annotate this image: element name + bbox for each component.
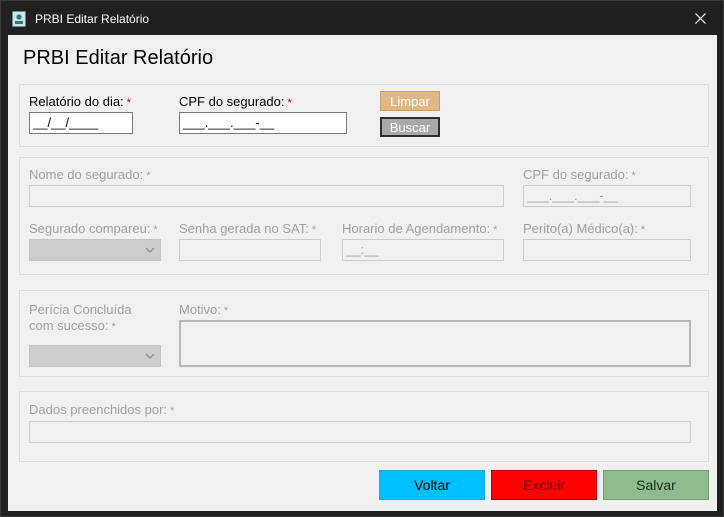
insured-cpf-input[interactable]: ___.___.___-__: [523, 185, 691, 207]
insured-name-input[interactable]: [29, 185, 504, 207]
sat-password-input[interactable]: [179, 239, 321, 261]
reason-textarea[interactable]: [179, 320, 691, 367]
search-panel: Relatório do dia: * __/__/____ CPF do seg…: [19, 84, 709, 147]
filled-by-label-text: Dados preenchidos por:: [29, 402, 168, 417]
search-cpf-label: CPF do segurado: *: [179, 94, 292, 109]
required-mark: *: [153, 224, 158, 236]
completed-label-line2-text: com sucesso:: [29, 318, 109, 333]
search-cpf-label-text: CPF do segurado:: [179, 94, 285, 109]
app-window: PRBI Editar Relatório PRBI Editar Relató…: [0, 0, 724, 517]
delete-button[interactable]: Excluir: [491, 470, 597, 500]
search-cpf-input[interactable]: ___.___.___-__: [179, 112, 347, 134]
details-panel: Nome do segurado: * CPF do segurado: * ___…: [19, 157, 709, 275]
required-mark: *: [311, 224, 317, 236]
doctor-label: Perito(a) Médico(a): *: [523, 221, 645, 236]
page-title: PRBI Editar Relatório: [23, 47, 214, 69]
reason-label: Motivo: *: [179, 302, 228, 317]
required-mark: *: [631, 170, 636, 182]
required-mark: *: [493, 224, 498, 236]
title-bar: PRBI Editar Relatório: [1, 1, 723, 35]
insured-name-label-text: Nome do segurado:: [29, 167, 144, 182]
attended-label: Segurado compareu: *: [29, 221, 158, 236]
required-mark: *: [111, 321, 116, 333]
close-icon: [694, 12, 706, 24]
search-button[interactable]: Buscar: [380, 117, 440, 137]
insured-cpf-label: CPF do segurado: *: [523, 167, 636, 182]
save-button[interactable]: Salvar: [603, 470, 709, 500]
filled-by-label: Dados preenchidos por: *: [29, 402, 174, 417]
chevron-down-icon: [145, 353, 155, 359]
completed-select[interactable]: [29, 345, 161, 367]
doctor-input[interactable]: [523, 239, 691, 261]
completed-label-line1: Perícia Concluída: [29, 302, 132, 317]
chevron-down-icon: [145, 247, 155, 253]
insured-cpf-label-text: CPF do segurado:: [523, 167, 629, 182]
outcome-panel: Perícia Concluída com sucesso: * Motivo: *: [19, 290, 709, 377]
window-title: PRBI Editar Relatório: [35, 12, 150, 26]
attended-label-text: Segurado compareu:: [29, 221, 151, 236]
required-mark: *: [170, 405, 175, 417]
attended-select[interactable]: [29, 239, 161, 261]
reason-label-text: Motivo:: [179, 302, 221, 317]
doctor-label-text: Perito(a) Médico(a):: [523, 221, 638, 236]
client-area: PRBI Editar Relatório Relatório do dia: *…: [8, 35, 717, 511]
schedule-time-label: Horario de Agendamento: *: [342, 221, 497, 236]
filled-by-input[interactable]: [29, 421, 691, 443]
required-mark: *: [126, 97, 131, 109]
report-date-label: Relatório do dia: *: [29, 94, 131, 109]
clear-button[interactable]: Limpar: [380, 91, 440, 111]
required-mark: *: [223, 305, 229, 317]
required-mark: *: [287, 97, 292, 109]
sat-password-label-text: Senha gerada no SAT:: [179, 221, 309, 236]
required-mark: *: [146, 170, 151, 182]
insured-name-label: Nome do segurado: *: [29, 167, 150, 182]
required-mark: *: [640, 224, 646, 236]
schedule-time-label-text: Horario de Agendamento:: [342, 221, 491, 236]
back-button[interactable]: Voltar: [379, 470, 485, 500]
schedule-time-input[interactable]: __:__: [342, 239, 504, 261]
app-icon: [12, 11, 26, 27]
report-date-label-text: Relatório do dia:: [29, 94, 124, 109]
filled-by-panel: Dados preenchidos por: *: [19, 391, 709, 462]
close-button[interactable]: [677, 1, 723, 35]
sat-password-label: Senha gerada no SAT: *: [179, 221, 316, 236]
report-date-input[interactable]: __/__/____: [29, 112, 133, 134]
completed-label-line2: com sucesso: *: [29, 318, 116, 333]
